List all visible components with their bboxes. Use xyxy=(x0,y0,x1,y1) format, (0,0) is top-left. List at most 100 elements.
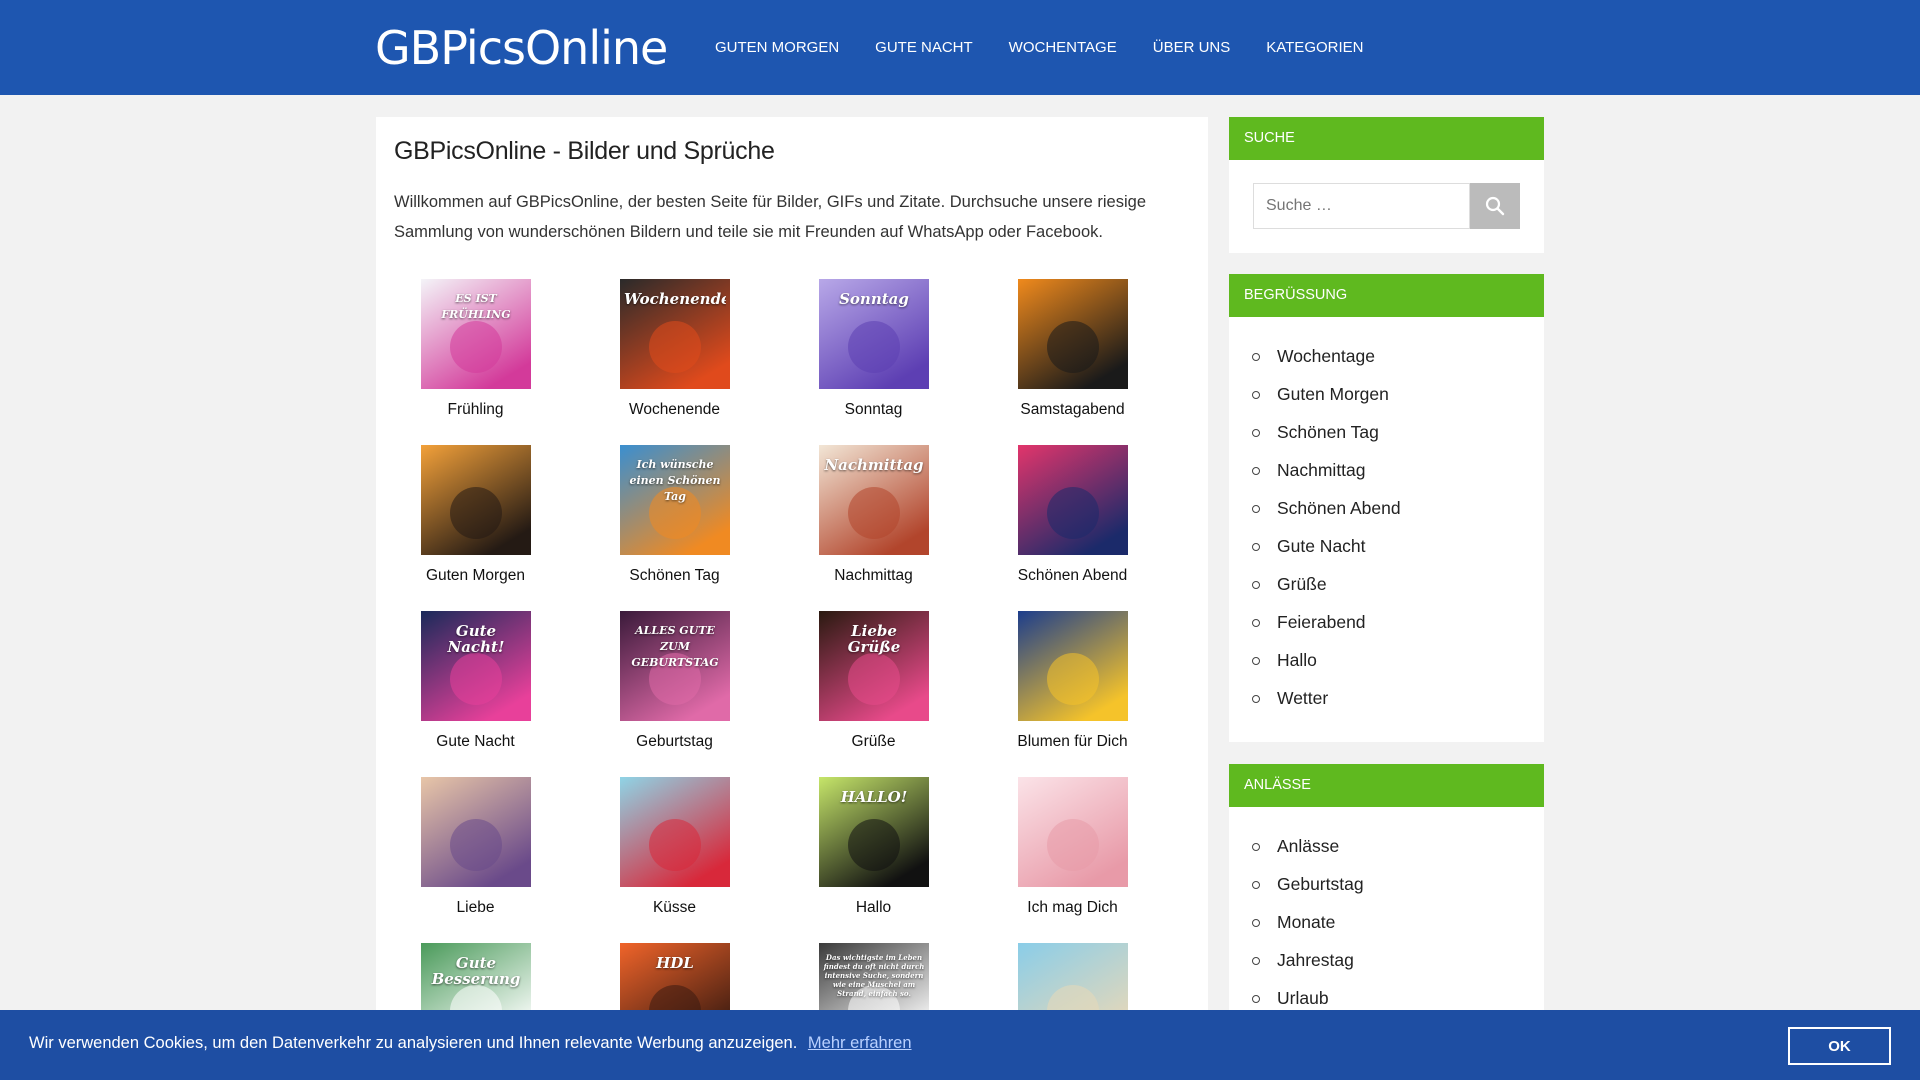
search-button[interactable] xyxy=(1470,183,1520,229)
nav-ueber-uns[interactable]: ÜBER UNS xyxy=(1153,39,1231,56)
nav-kategorien[interactable]: KATEGORIEN xyxy=(1266,39,1363,56)
sidebar-item-greeting-0[interactable]: Wochentage xyxy=(1252,337,1544,375)
wine-glasses-image[interactable] xyxy=(1017,279,1128,389)
sidebar-item-occasion-3[interactable]: Jahrestag xyxy=(1252,941,1544,979)
sidebar-item-greeting-7[interactable]: Feierabend xyxy=(1252,603,1544,641)
thumbnail-text: Nachmittag xyxy=(823,456,924,474)
category-label[interactable]: Frühling xyxy=(376,401,575,419)
nav-wochentage[interactable]: WOCHENTAGE xyxy=(1009,39,1117,56)
search-icon xyxy=(1485,196,1505,216)
panda-image[interactable]: HALLO! xyxy=(818,777,929,887)
category-tile[interactable]: Blumen für Dich xyxy=(973,611,1172,751)
category-label[interactable]: Küsse xyxy=(575,899,774,917)
category-label[interactable]: Ich mag Dich xyxy=(973,899,1172,917)
lavender-couple-image[interactable] xyxy=(420,777,531,887)
thumbnail-text: Gute Nacht! xyxy=(447,622,504,656)
thumbnail-text: Wochenende xyxy=(623,290,726,308)
bee-image[interactable] xyxy=(1017,611,1128,721)
top-bar: GBPicsOnline GUTEN MORGEN GUTE NACHT WOC… xyxy=(0,0,1920,95)
main-nav: GUTEN MORGEN GUTE NACHT WOCHENTAGE ÜBER … xyxy=(715,0,1364,95)
category-tile[interactable]: Liebe Grüße Grüße xyxy=(774,611,973,751)
category-label[interactable]: Schönen Tag xyxy=(575,567,774,585)
category-tile[interactable]: Samstagabend xyxy=(973,279,1172,419)
category-tile[interactable]: Küsse xyxy=(575,777,774,917)
bunny-image[interactable] xyxy=(1017,777,1128,887)
waffles-image[interactable]: Nachmittag xyxy=(818,445,929,555)
cookie-banner: Wir verwenden Cookies, um den Datenverke… xyxy=(0,1010,1920,1080)
category-tile[interactable]: Ich wünsche einen Schönen Tag Schönen Tag xyxy=(575,445,774,585)
gerbera-image[interactable]: Ich wünsche einen Schönen Tag xyxy=(619,445,730,555)
search-input[interactable] xyxy=(1253,183,1470,229)
intro-text: Willkommen auf GBPicsOnline, der besten … xyxy=(394,193,1146,241)
category-tile[interactable]: Guten Morgen xyxy=(376,445,575,585)
tulip-image[interactable]: Wochenende xyxy=(619,279,730,389)
category-label[interactable]: Grüße xyxy=(774,733,973,751)
category-label[interactable]: Samstagabend xyxy=(973,401,1172,419)
sidebar-item-greeting-4[interactable]: Schönen Abend xyxy=(1252,489,1544,527)
sidebar-item-greeting-8[interactable]: Hallo xyxy=(1252,641,1544,679)
category-tile[interactable]: ES IST FRÜHLING Frühling xyxy=(376,279,575,419)
thumbnail-text: Ich wünsche einen Schönen Tag xyxy=(629,458,720,503)
content-card: GBPicsOnline - Bilder und Sprüche Willko… xyxy=(376,117,1208,1080)
thumbnail-text: HDL xyxy=(655,954,694,972)
thumbnail-text: Das wichtigste im Leben findest du oft n… xyxy=(823,953,924,998)
category-tile[interactable]: Nachmittag Nachmittag xyxy=(774,445,973,585)
category-label[interactable]: Wochenende xyxy=(575,401,774,419)
cookie-ok-button[interactable]: OK xyxy=(1788,1027,1891,1065)
search-form xyxy=(1253,183,1520,229)
category-tile[interactable]: Gute Nacht! Gute Nacht xyxy=(376,611,575,751)
thumbnail-text: Liebe Grüße xyxy=(847,622,900,656)
cookie-more-link[interactable]: Mehr erfahren xyxy=(808,1034,912,1052)
lips-image[interactable] xyxy=(619,777,730,887)
category-label[interactable]: Gute Nacht xyxy=(376,733,575,751)
sidebar-item-greeting-2[interactable]: Schönen Tag xyxy=(1252,413,1544,451)
category-tile[interactable]: Wochenende Wochenende xyxy=(575,279,774,419)
coffee-sunrise-image[interactable] xyxy=(420,445,531,555)
hyacinth-image[interactable]: Sonntag xyxy=(818,279,929,389)
sidebar-item-greeting-3[interactable]: Nachmittag xyxy=(1252,451,1544,489)
thumbnail-text: Gute Besserung xyxy=(431,954,520,988)
page-title: GBPicsOnline - Bilder und Sprüche xyxy=(394,137,775,165)
category-label[interactable]: Hallo xyxy=(774,899,973,917)
sidebar-item-greeting-9[interactable]: Wetter xyxy=(1252,679,1544,717)
category-tile[interactable]: Schönen Abend xyxy=(973,445,1172,585)
search-widget: SUCHE xyxy=(1229,117,1544,253)
nav-guten-morgen[interactable]: GUTEN MORGEN xyxy=(715,39,839,56)
category-label[interactable]: Nachmittag xyxy=(774,567,973,585)
sidebar-item-greeting-5[interactable]: Gute Nacht xyxy=(1252,527,1544,565)
thumbnail-text: HALLO! xyxy=(840,788,907,806)
site-logo[interactable]: GBPicsOnline xyxy=(375,18,668,78)
greetings-widget: BEGRÜSSUNG Wochentage Guten Morgen Schönen… xyxy=(1229,274,1544,742)
moon-flowers-image[interactable]: Gute Nacht! xyxy=(420,611,531,721)
category-tile[interactable]: ALLES GUTE ZUM GEBURTSTAG Geburtstag xyxy=(575,611,774,751)
sidebar-item-occasion-2[interactable]: Monate xyxy=(1252,903,1544,941)
cookie-message: Wir verwenden Cookies, um den Datenverke… xyxy=(29,1034,798,1052)
category-tile[interactable]: Ich mag Dich xyxy=(973,777,1172,917)
category-label[interactable]: Guten Morgen xyxy=(376,567,575,585)
cookie-message-line: Wir verwenden Cookies, um den Datenverke… xyxy=(29,1034,912,1053)
category-label[interactable]: Liebe xyxy=(376,899,575,917)
spring-flowers-image[interactable]: ES IST FRÜHLING xyxy=(420,279,531,389)
thumbnail-text: ES IST FRÜHLING xyxy=(440,292,511,321)
category-tile[interactable]: HALLO! Hallo xyxy=(774,777,973,917)
sidebar-item-greeting-1[interactable]: Guten Morgen xyxy=(1252,375,1544,413)
greetings-list: Wochentage Guten Morgen Schönen Tag Nachmit… xyxy=(1229,317,1544,717)
search-widget-heading: SUCHE xyxy=(1229,117,1544,160)
sidebar-item-greeting-6[interactable]: Grüße xyxy=(1252,565,1544,603)
category-tile[interactable]: Liebe xyxy=(376,777,575,917)
dolphin-sunset-image[interactable] xyxy=(1017,445,1128,555)
category-label[interactable]: Blumen für Dich xyxy=(973,733,1172,751)
category-label[interactable]: Geburtstag xyxy=(575,733,774,751)
occasions-widget-heading: ANLÄSSE xyxy=(1229,764,1544,807)
category-tile[interactable]: Sonntag Sonntag xyxy=(774,279,973,419)
teddy-bear-image[interactable]: ALLES GUTE ZUM GEBURTSTAG xyxy=(619,611,730,721)
occasions-list: Anlässe Geburtstag Monate Jahrestag Urlaub xyxy=(1229,807,1544,1017)
sidebar-item-occasion-1[interactable]: Geburtstag xyxy=(1252,865,1544,903)
nav-gute-nacht[interactable]: GUTE NACHT xyxy=(875,39,973,56)
greetings-widget-heading: BEGRÜSSUNG xyxy=(1229,274,1544,317)
thumbnail-text: ALLES GUTE ZUM GEBURTSTAG xyxy=(630,624,719,669)
category-label[interactable]: Schönen Abend xyxy=(973,567,1172,585)
category-label[interactable]: Sonntag xyxy=(774,401,973,419)
pink-flower-image[interactable]: Liebe Grüße xyxy=(818,611,929,721)
sidebar-item-occasion-0[interactable]: Anlässe xyxy=(1252,827,1544,865)
